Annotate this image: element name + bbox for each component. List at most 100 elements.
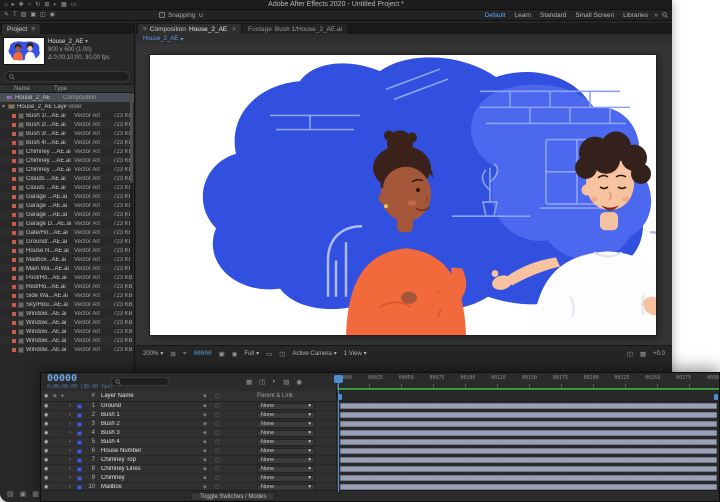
- layer-name[interactable]: Chimney: [97, 475, 197, 481]
- layer-track[interactable]: [336, 429, 719, 437]
- project-column-headers[interactable]: Name Type: [0, 84, 134, 93]
- parent-dropdown[interactable]: None ▾: [257, 403, 315, 410]
- playhead-handle[interactable]: [334, 375, 343, 383]
- chevron-down-icon[interactable]: ▾: [180, 36, 183, 43]
- workspace-tab[interactable]: Libraries: [623, 12, 648, 19]
- layer-row[interactable]: ◉ › 6 House Number ◆ ▢ None ▾: [41, 447, 719, 456]
- work-area-end-handle[interactable]: [714, 394, 718, 400]
- project-search-input[interactable]: [4, 71, 130, 82]
- layer-color-chip[interactable]: [77, 476, 85, 481]
- label-color-chip[interactable]: [12, 222, 16, 226]
- zoom-tool-icon[interactable]: ○: [28, 0, 32, 10]
- project-item-composition[interactable]: House_2_AE Composition: [0, 93, 134, 102]
- panel-menu-icon[interactable]: ≡: [143, 26, 147, 33]
- layer-row[interactable]: ◉ › 5 Bush 4 ◆ ▢ None ▾: [41, 438, 719, 447]
- workspace-tab[interactable]: Learn: [514, 12, 531, 19]
- project-item-row[interactable]: Gate/Ho...AE.ai Vector Art 723 KB: [0, 228, 134, 237]
- label-color-chip[interactable]: [12, 249, 16, 253]
- project-item-row[interactable]: Side Wa...AE.ai Vector Art 723 KB: [0, 291, 134, 300]
- layer-name[interactable]: Ground: [97, 403, 197, 409]
- label-color-chip[interactable]: [12, 267, 16, 271]
- timeline-current-frame[interactable]: 00000 0;00;00;00 (30.00 fps): [47, 374, 113, 390]
- layer-duration-bar[interactable]: [340, 421, 717, 427]
- parent-dropdown[interactable]: None ▾: [257, 457, 315, 464]
- eye-icon[interactable]: ◉: [41, 403, 53, 409]
- timeline-search-input[interactable]: [111, 377, 169, 386]
- layer-switch-icon[interactable]: ◆: [203, 466, 207, 472]
- layer-track[interactable]: [336, 465, 719, 473]
- expander-icon[interactable]: ›: [69, 448, 77, 454]
- layer-switch-icon[interactable]: ◆: [203, 421, 207, 427]
- project-item-row[interactable]: Bush 3/...AE.ai Vector Art 723 KB: [0, 129, 134, 138]
- label-color-chip[interactable]: [12, 330, 16, 334]
- project-item-row[interactable]: Garage D...AE.ai Vector Art 723 KB: [0, 219, 134, 228]
- layer-row[interactable]: ◉ › 1 Ground ◆ ▢ None ▾: [41, 402, 719, 411]
- layer-color-chip[interactable]: [77, 413, 85, 418]
- layer-mode-icon[interactable]: ▢: [215, 439, 220, 445]
- label-color-chip[interactable]: [12, 258, 16, 262]
- parent-dropdown[interactable]: None ▾: [257, 421, 315, 428]
- snapping-checkbox[interactable]: [159, 12, 165, 18]
- project-item-row[interactable]: Garage ...AE.ai Vector Art 723 KB: [0, 192, 134, 201]
- layer-track[interactable]: [336, 447, 719, 455]
- workspace-tab[interactable]: Default: [485, 12, 506, 19]
- expander-icon[interactable]: ›: [69, 430, 77, 436]
- layer-duration-bar[interactable]: [340, 403, 717, 409]
- project-item-row[interactable]: Window...AE.ai Vector Art 723 KB: [0, 345, 134, 354]
- parent-dropdown[interactable]: None ▾: [257, 412, 315, 419]
- modes-icon[interactable]: ▢: [215, 393, 220, 399]
- layer-name[interactable]: Bush 2: [97, 421, 197, 427]
- layer-track[interactable]: [336, 402, 719, 410]
- expander-icon[interactable]: ›: [69, 466, 77, 472]
- layer-color-chip[interactable]: [77, 431, 85, 436]
- expander-icon[interactable]: ›: [69, 412, 77, 418]
- layer-duration-bar[interactable]: [340, 439, 717, 445]
- channels-icon[interactable]: ◉: [232, 350, 238, 358]
- layer-switch-icon[interactable]: ◆: [203, 457, 207, 463]
- audio-column-icon[interactable]: ◈: [53, 393, 61, 399]
- project-item-row[interactable]: Ground/...AE.ai Vector Art 723 KB: [0, 237, 134, 246]
- layer-switch-icon[interactable]: ◆: [203, 430, 207, 436]
- composition-mini-flowchart-icon[interactable]: ▦: [246, 378, 252, 386]
- project-item-row[interactable]: Window...AE.ai Vector Art 723 KB: [0, 327, 134, 336]
- layer-color-chip[interactable]: [77, 467, 85, 472]
- new-folder-icon[interactable]: ▣: [20, 490, 27, 498]
- label-color-chip[interactable]: [12, 285, 16, 289]
- parent-dropdown[interactable]: None ▾: [257, 466, 315, 473]
- work-area-bar[interactable]: [336, 392, 719, 402]
- grid-guides-icon[interactable]: ⊞: [170, 350, 175, 358]
- eye-icon[interactable]: ◉: [41, 448, 53, 454]
- home-icon[interactable]: ⌂: [4, 0, 8, 10]
- project-item-row[interactable]: Red/Ho...AE.ai Vector Art 723 KB: [0, 282, 134, 291]
- pixel-aspect-icon[interactable]: ◫: [627, 350, 633, 358]
- project-item-folder[interactable]: ▾ House_2_AE Layers Folder: [0, 102, 134, 111]
- workspace-search-icon[interactable]: [662, 12, 668, 20]
- layer-color-chip[interactable]: [77, 449, 85, 454]
- layer-name[interactable]: House Number: [97, 448, 197, 454]
- layer-duration-bar[interactable]: [340, 457, 717, 463]
- brush-tool-icon[interactable]: ▨: [21, 10, 27, 20]
- project-item-row[interactable]: Window...AE.ai Vector Art 723 KB: [0, 336, 134, 345]
- layer-color-chip[interactable]: [77, 458, 85, 463]
- project-item-row[interactable]: Main Wa...AE.ai Vector Art 723 KB: [0, 264, 134, 273]
- eye-icon[interactable]: ◉: [41, 430, 53, 436]
- mask-visibility-icon[interactable]: ⌖: [183, 350, 187, 358]
- close-tab-icon[interactable]: ×: [232, 26, 236, 33]
- project-item-row[interactable]: Sky/Hou...AE.ai Vector Art 723 KB: [0, 300, 134, 309]
- layer-duration-bar[interactable]: [340, 475, 717, 481]
- transparency-grid-icon[interactable]: ◫: [279, 350, 285, 358]
- label-color-chip[interactable]: [12, 114, 16, 118]
- layer-color-chip[interactable]: [77, 485, 85, 490]
- label-color-chip[interactable]: [12, 240, 16, 244]
- project-item-row[interactable]: Mailbox...AE.ai Vector Art 723 KB: [0, 255, 134, 264]
- eye-icon[interactable]: ◉: [41, 466, 53, 472]
- layer-number-header[interactable]: #: [85, 393, 97, 399]
- eye-icon[interactable]: ◉: [41, 421, 53, 427]
- parent-dropdown[interactable]: None ▾: [257, 475, 315, 482]
- time-ruler[interactable]: 00000 00025 00050 00075 00100 00125 0015…: [336, 373, 719, 391]
- project-item-row[interactable]: House N...AE.ai Vector Art 723 KB: [0, 246, 134, 255]
- puppet-pin-tool-icon[interactable]: ◉: [50, 10, 55, 20]
- parent-dropdown[interactable]: None ▾: [257, 448, 315, 455]
- label-color-chip[interactable]: [12, 294, 16, 298]
- layer-name[interactable]: Bush 3: [97, 430, 197, 436]
